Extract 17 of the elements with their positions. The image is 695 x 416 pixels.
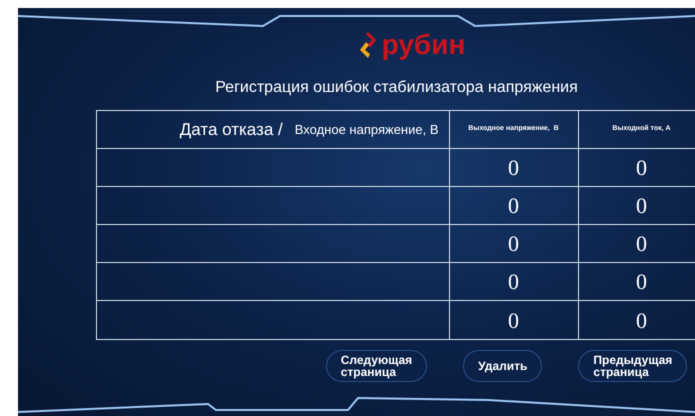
table-cell-text: 0 (636, 268, 647, 296)
table-cell-text: 0 (636, 230, 647, 258)
table-cell-text: 0 (508, 154, 519, 182)
table-cell-text: 0 (636, 306, 647, 334)
page-title: Регистрация ошибок стабилизатора напряжения (215, 78, 578, 98)
nav-button[interactable]: Удалить (463, 350, 542, 382)
table-cell-text: 0 (508, 230, 519, 258)
column-header: Входное напряжение, В (294, 120, 438, 139)
column-header: Дата отказа / (180, 118, 283, 141)
nav-button[interactable]: Следующая страница (326, 350, 428, 382)
table-cell-text: 0 (508, 192, 519, 220)
table-cell-text: 0 (508, 306, 519, 334)
table-cell-text: 0 (636, 154, 647, 182)
table-cell-text: 0 (508, 268, 519, 296)
nav-button[interactable]: Предыдущая страница (578, 350, 688, 382)
table-cell-text: 0 (636, 192, 647, 220)
logo-text: рубин (382, 31, 466, 59)
